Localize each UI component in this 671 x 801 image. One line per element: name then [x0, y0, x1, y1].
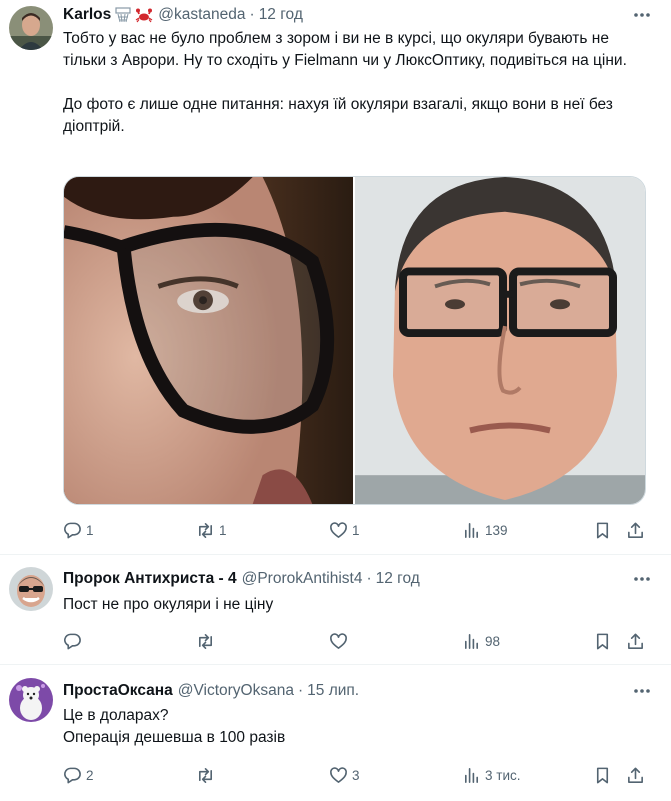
- share-button[interactable]: [626, 631, 645, 651]
- more-options-button[interactable]: [631, 681, 653, 701]
- like-count: 3: [352, 767, 360, 783]
- repost-button[interactable]: [196, 631, 219, 651]
- like-button[interactable]: [329, 631, 352, 651]
- tweet-text: Тобто у вас не було проблем з зором і ви…: [63, 28, 643, 138]
- views-count: 139: [485, 522, 508, 538]
- tweet-prorok[interactable]: Пророк Антихриста - 4 @ProrokAntihist4 ·…: [0, 554, 671, 664]
- author-name[interactable]: ПростаОксана: [63, 681, 173, 701]
- tweet-text: Пост не про окуляри і не ціну: [63, 594, 643, 616]
- timestamp[interactable]: 12 год: [376, 569, 420, 589]
- repost-button[interactable]: 1: [196, 520, 227, 540]
- like-count: 1: [352, 522, 360, 538]
- more-options-button[interactable]: [631, 569, 653, 589]
- separator-dot: ·: [297, 682, 304, 699]
- more-options-button[interactable]: [631, 5, 653, 25]
- avatar[interactable]: [9, 678, 53, 722]
- repost-button[interactable]: [196, 765, 219, 785]
- repost-count: 1: [219, 522, 227, 538]
- tweet-paragraph: [63, 72, 643, 94]
- views-count: 98: [485, 633, 501, 649]
- tweet-media[interactable]: [63, 176, 646, 505]
- views-button[interactable]: 3 тис.: [462, 765, 520, 785]
- like-button[interactable]: 3: [329, 765, 360, 785]
- reply-count: 1: [86, 522, 94, 538]
- tweet-paragraph: Це в доларах?: [63, 707, 169, 724]
- author-handle[interactable]: @VictoryOksana: [178, 681, 294, 701]
- reply-button[interactable]: [63, 631, 86, 651]
- avatar[interactable]: [9, 6, 53, 50]
- media-photo-man-glasses[interactable]: [355, 177, 645, 504]
- tweet-actions: 98: [63, 631, 649, 651]
- separator-dot: ·: [249, 6, 255, 23]
- views-button[interactable]: 139: [462, 520, 508, 540]
- crab-icon: [135, 6, 153, 24]
- tweet-prostaoksana[interactable]: ПростаОксана @VictoryOksana · 15 лип. Це…: [0, 664, 671, 801]
- views-count: 3 тис.: [485, 767, 521, 783]
- tweet-karlos[interactable]: Karlos @kastaneda · 12 год Тобто у вас н…: [0, 0, 671, 554]
- tweet-paragraph: Пост не про окуляри і не ціну: [63, 596, 274, 613]
- basketball-hoop-icon: [114, 6, 132, 24]
- separator-dot: ·: [366, 570, 372, 587]
- media-photo-woman-glasses[interactable]: [64, 177, 355, 504]
- tweet-actions: 2 3 3 тис.: [63, 765, 649, 785]
- tweet-paragraph: Тобто у вас не було проблем з зором і ви…: [63, 30, 627, 69]
- tweet-text: Це в доларах? Операція дешевша в 100 раз…: [63, 705, 643, 749]
- timestamp[interactable]: 12 год: [259, 5, 303, 25]
- author-name[interactable]: Karlos: [63, 5, 111, 25]
- bookmark-button[interactable]: [593, 765, 612, 785]
- bookmark-button[interactable]: [593, 631, 612, 651]
- tweet-actions: 1 1 1 139: [63, 520, 649, 540]
- like-button[interactable]: 1: [329, 520, 360, 540]
- views-button[interactable]: 98: [462, 631, 500, 651]
- author-handle[interactable]: @kastaneda: [158, 5, 245, 25]
- author-handle[interactable]: @ProrokAntihist4: [242, 569, 363, 589]
- avatar[interactable]: [9, 567, 53, 611]
- timestamp[interactable]: 15 лип.: [307, 681, 359, 701]
- share-button[interactable]: [626, 520, 645, 540]
- reply-button[interactable]: 2: [63, 765, 94, 785]
- share-button[interactable]: [626, 765, 645, 785]
- reply-count: 2: [86, 767, 94, 783]
- reply-button[interactable]: 1: [63, 520, 94, 540]
- author-name[interactable]: Пророк Антихриста - 4: [63, 569, 237, 589]
- tweet-paragraph: До фото є лише одне питання: нахуя їй ок…: [63, 96, 613, 135]
- bookmark-button[interactable]: [593, 520, 612, 540]
- tweet-paragraph: Операція дешевша в 100 разів: [63, 729, 286, 746]
